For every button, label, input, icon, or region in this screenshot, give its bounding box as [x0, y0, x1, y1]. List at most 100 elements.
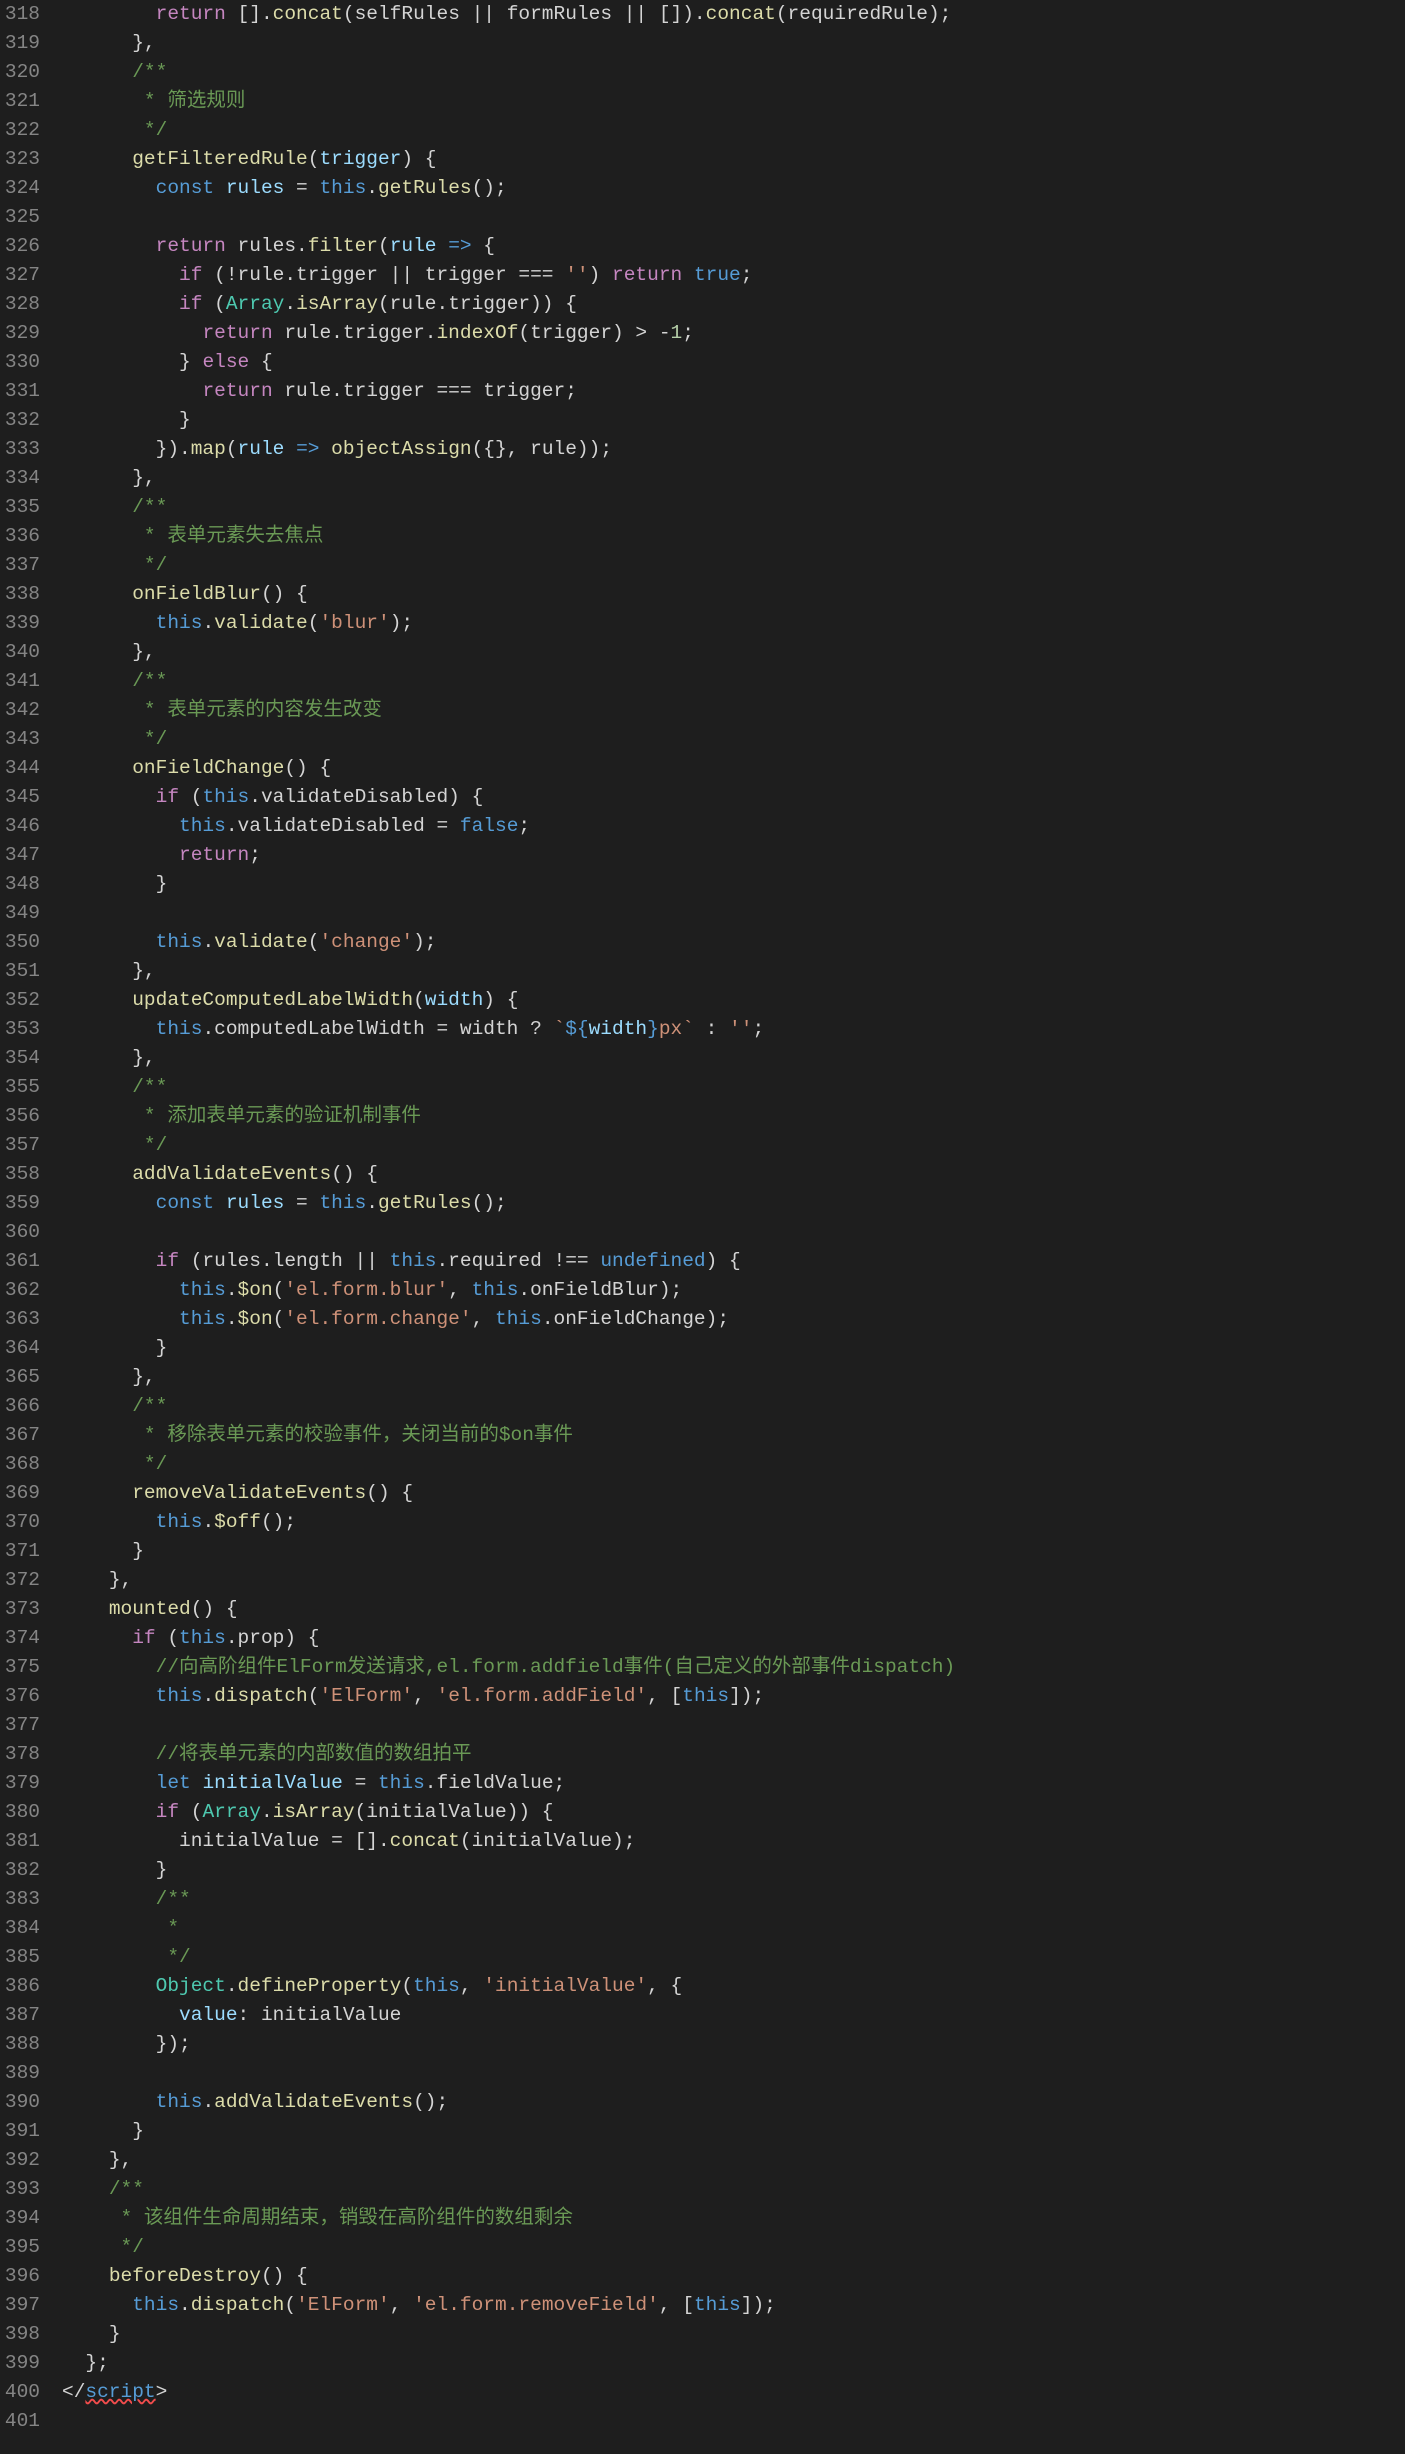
code-line[interactable]: const rules = this.getRules(); — [62, 174, 1405, 203]
code-line[interactable]: } else { — [62, 348, 1405, 377]
code-line[interactable]: } — [62, 1334, 1405, 1363]
code-line[interactable]: } — [62, 1537, 1405, 1566]
code-line[interactable]: this.dispatch('ElForm', 'el.form.addFiel… — [62, 1682, 1405, 1711]
code-line[interactable]: /** — [62, 493, 1405, 522]
code-line[interactable]: * 添加表单元素的验证机制事件 — [62, 1102, 1405, 1131]
code-line[interactable]: mounted() { — [62, 1595, 1405, 1624]
line-number: 390 — [0, 2088, 40, 2117]
code-line[interactable]: if (rules.length || this.required !== un… — [62, 1247, 1405, 1276]
code-line[interactable]: if (!rule.trigger || trigger === '') ret… — [62, 261, 1405, 290]
code-line[interactable] — [62, 1711, 1405, 1740]
code-line[interactable]: return rule.trigger === trigger; — [62, 377, 1405, 406]
code-line[interactable]: /** — [62, 58, 1405, 87]
code-line[interactable]: this.validateDisabled = false; — [62, 812, 1405, 841]
line-number: 397 — [0, 2291, 40, 2320]
code-line[interactable]: /** — [62, 1073, 1405, 1102]
code-line[interactable]: return rule.trigger.indexOf(trigger) > -… — [62, 319, 1405, 348]
code-line[interactable]: }, — [62, 2146, 1405, 2175]
code-line[interactable]: Object.defineProperty(this, 'initialValu… — [62, 1972, 1405, 2001]
code-line[interactable]: */ — [62, 116, 1405, 145]
code-line[interactable]: if (Array.isArray(rule.trigger)) { — [62, 290, 1405, 319]
line-number: 354 — [0, 1044, 40, 1073]
code-line[interactable]: */ — [62, 1943, 1405, 1972]
line-number: 378 — [0, 1740, 40, 1769]
line-number: 336 — [0, 522, 40, 551]
code-line[interactable]: let initialValue = this.fieldValue; — [62, 1769, 1405, 1798]
code-line[interactable]: addValidateEvents() { — [62, 1160, 1405, 1189]
code-line[interactable]: }; — [62, 2349, 1405, 2378]
line-number: 394 — [0, 2204, 40, 2233]
code-line[interactable]: * 筛选规则 — [62, 87, 1405, 116]
code-line[interactable]: }); — [62, 2030, 1405, 2059]
code-line[interactable]: } — [62, 2117, 1405, 2146]
code-line[interactable]: }, — [62, 957, 1405, 986]
code-line[interactable]: const rules = this.getRules(); — [62, 1189, 1405, 1218]
code-line[interactable]: }, — [62, 29, 1405, 58]
code-line[interactable]: }, — [62, 1044, 1405, 1073]
code-line[interactable]: return rules.filter(rule => { — [62, 232, 1405, 261]
code-line[interactable]: </script> — [62, 2378, 1405, 2407]
code-line[interactable]: * 该组件生命周期结束，销毁在高阶组件的数组剩余 — [62, 2204, 1405, 2233]
line-number: 357 — [0, 1131, 40, 1160]
code-line[interactable]: onFieldChange() { — [62, 754, 1405, 783]
code-line[interactable]: if (this.validateDisabled) { — [62, 783, 1405, 812]
code-line[interactable]: */ — [62, 725, 1405, 754]
code-line[interactable]: /** — [62, 1392, 1405, 1421]
line-number: 324 — [0, 174, 40, 203]
code-line[interactable]: this.dispatch('ElForm', 'el.form.removeF… — [62, 2291, 1405, 2320]
code-line[interactable]: beforeDestroy() { — [62, 2262, 1405, 2291]
code-line[interactable]: initialValue = [].concat(initialValue); — [62, 1827, 1405, 1856]
code-line[interactable]: }, — [62, 464, 1405, 493]
code-line[interactable]: }).map(rule => objectAssign({}, rule)); — [62, 435, 1405, 464]
code-line[interactable] — [62, 1218, 1405, 1247]
line-number: 341 — [0, 667, 40, 696]
code-line[interactable]: */ — [62, 551, 1405, 580]
code-line[interactable]: } — [62, 2320, 1405, 2349]
code-line[interactable]: removeValidateEvents() { — [62, 1479, 1405, 1508]
code-line[interactable]: * — [62, 1914, 1405, 1943]
line-number: 379 — [0, 1769, 40, 1798]
code-line[interactable]: if (Array.isArray(initialValue)) { — [62, 1798, 1405, 1827]
code-line[interactable]: this.$off(); — [62, 1508, 1405, 1537]
code-line[interactable]: } — [62, 406, 1405, 435]
code-line[interactable]: */ — [62, 1450, 1405, 1479]
code-line[interactable] — [62, 203, 1405, 232]
code-line[interactable]: }, — [62, 1566, 1405, 1595]
code-line[interactable]: } — [62, 1856, 1405, 1885]
code-line[interactable]: } — [62, 870, 1405, 899]
code-line[interactable]: /** — [62, 667, 1405, 696]
code-line[interactable]: this.validate('blur'); — [62, 609, 1405, 638]
code-editor[interactable]: 3183193203213223233243253263273283293303… — [0, 0, 1405, 2436]
line-number: 367 — [0, 1421, 40, 1450]
code-line[interactable]: getFilteredRule(trigger) { — [62, 145, 1405, 174]
code-line[interactable]: /** — [62, 1885, 1405, 1914]
code-line[interactable] — [62, 2059, 1405, 2088]
code-area[interactable]: return [].concat(selfRules || formRules … — [62, 0, 1405, 2436]
code-line[interactable]: //将表单元素的内部数值的数组拍平 — [62, 1740, 1405, 1769]
line-number: 348 — [0, 870, 40, 899]
line-number: 371 — [0, 1537, 40, 1566]
code-line[interactable]: * 表单元素失去焦点 — [62, 522, 1405, 551]
code-line[interactable]: */ — [62, 1131, 1405, 1160]
code-line[interactable]: updateComputedLabelWidth(width) { — [62, 986, 1405, 1015]
code-line[interactable]: */ — [62, 2233, 1405, 2262]
code-line[interactable] — [62, 2407, 1405, 2436]
code-line[interactable]: }, — [62, 1363, 1405, 1392]
code-line[interactable]: this.$on('el.form.blur', this.onFieldBlu… — [62, 1276, 1405, 1305]
code-line[interactable] — [62, 899, 1405, 928]
code-line[interactable]: * 表单元素的内容发生改变 — [62, 696, 1405, 725]
code-line[interactable]: return [].concat(selfRules || formRules … — [62, 0, 1405, 29]
code-line[interactable]: this.validate('change'); — [62, 928, 1405, 957]
code-line[interactable]: return; — [62, 841, 1405, 870]
code-line[interactable]: /** — [62, 2175, 1405, 2204]
code-line[interactable]: this.computedLabelWidth = width ? `${wid… — [62, 1015, 1405, 1044]
line-number: 391 — [0, 2117, 40, 2146]
code-line[interactable]: onFieldBlur() { — [62, 580, 1405, 609]
code-line[interactable]: this.$on('el.form.change', this.onFieldC… — [62, 1305, 1405, 1334]
code-line[interactable]: this.addValidateEvents(); — [62, 2088, 1405, 2117]
code-line[interactable]: //向高阶组件ElForm发送请求,el.form.addfield事件(自己定… — [62, 1653, 1405, 1682]
code-line[interactable]: * 移除表单元素的校验事件，关闭当前的$on事件 — [62, 1421, 1405, 1450]
code-line[interactable]: value: initialValue — [62, 2001, 1405, 2030]
code-line[interactable]: if (this.prop) { — [62, 1624, 1405, 1653]
code-line[interactable]: }, — [62, 638, 1405, 667]
